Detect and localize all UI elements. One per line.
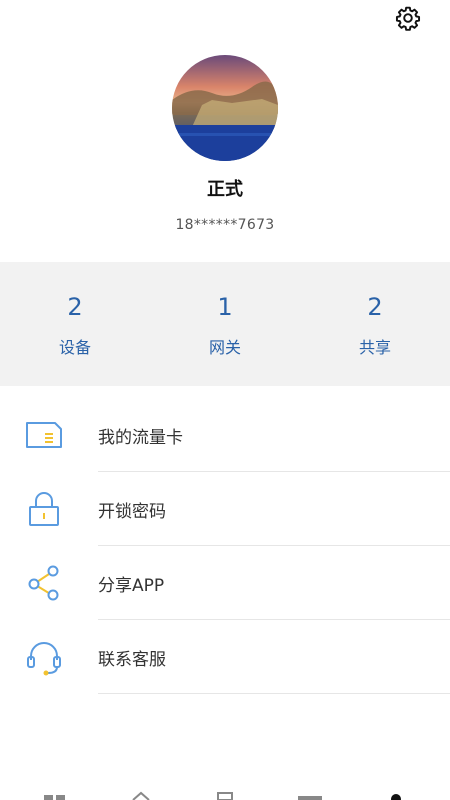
stat-devices[interactable]: 2 设备 xyxy=(0,262,150,386)
lock-icon xyxy=(24,489,64,529)
device-icon[interactable] xyxy=(215,790,235,800)
menu-label: 开锁密码 xyxy=(98,501,166,522)
profile-icon[interactable] xyxy=(386,790,406,800)
stat-label: 共享 xyxy=(358,338,391,357)
stat-value: 1 xyxy=(217,293,233,321)
menu-item-unlock-password[interactable]: 开锁密码 xyxy=(0,472,450,546)
menu-item-sim-card[interactable]: 我的流量卡 xyxy=(0,398,450,472)
grid-icon[interactable] xyxy=(43,790,67,800)
menu-label: 我的流量卡 xyxy=(98,427,183,448)
headset-icon xyxy=(24,637,64,677)
stat-label: 设备 xyxy=(58,338,91,357)
stat-value: 2 xyxy=(67,293,83,321)
stat-label: 网关 xyxy=(208,338,241,357)
menu-item-contact-support[interactable]: 联系客服 xyxy=(0,620,450,694)
card-icon[interactable] xyxy=(296,790,324,800)
stats-bar: 2 设备 1 网关 2 共享 xyxy=(0,262,450,386)
menu-label: 联系客服 xyxy=(98,649,166,670)
home-icon[interactable] xyxy=(130,790,152,800)
user-name: 正式 xyxy=(207,179,243,200)
profile-header: 正式 18******7673 xyxy=(0,0,450,262)
sim-card-icon xyxy=(24,415,64,455)
stat-value: 2 xyxy=(367,293,383,321)
menu-item-share-app[interactable]: 分享APP xyxy=(0,546,450,620)
stat-shares[interactable]: 2 共享 xyxy=(300,262,450,386)
menu-list: 我的流量卡 开锁密码 分享APP 联系客服 xyxy=(0,398,450,694)
user-phone: 18******7673 xyxy=(175,217,275,233)
divider xyxy=(98,693,450,694)
stat-gateways[interactable]: 1 网关 xyxy=(150,262,300,386)
share-icon xyxy=(24,563,64,603)
bottom-nav xyxy=(0,790,450,800)
menu-label: 分享APP xyxy=(98,575,165,596)
avatar[interactable] xyxy=(172,55,278,161)
